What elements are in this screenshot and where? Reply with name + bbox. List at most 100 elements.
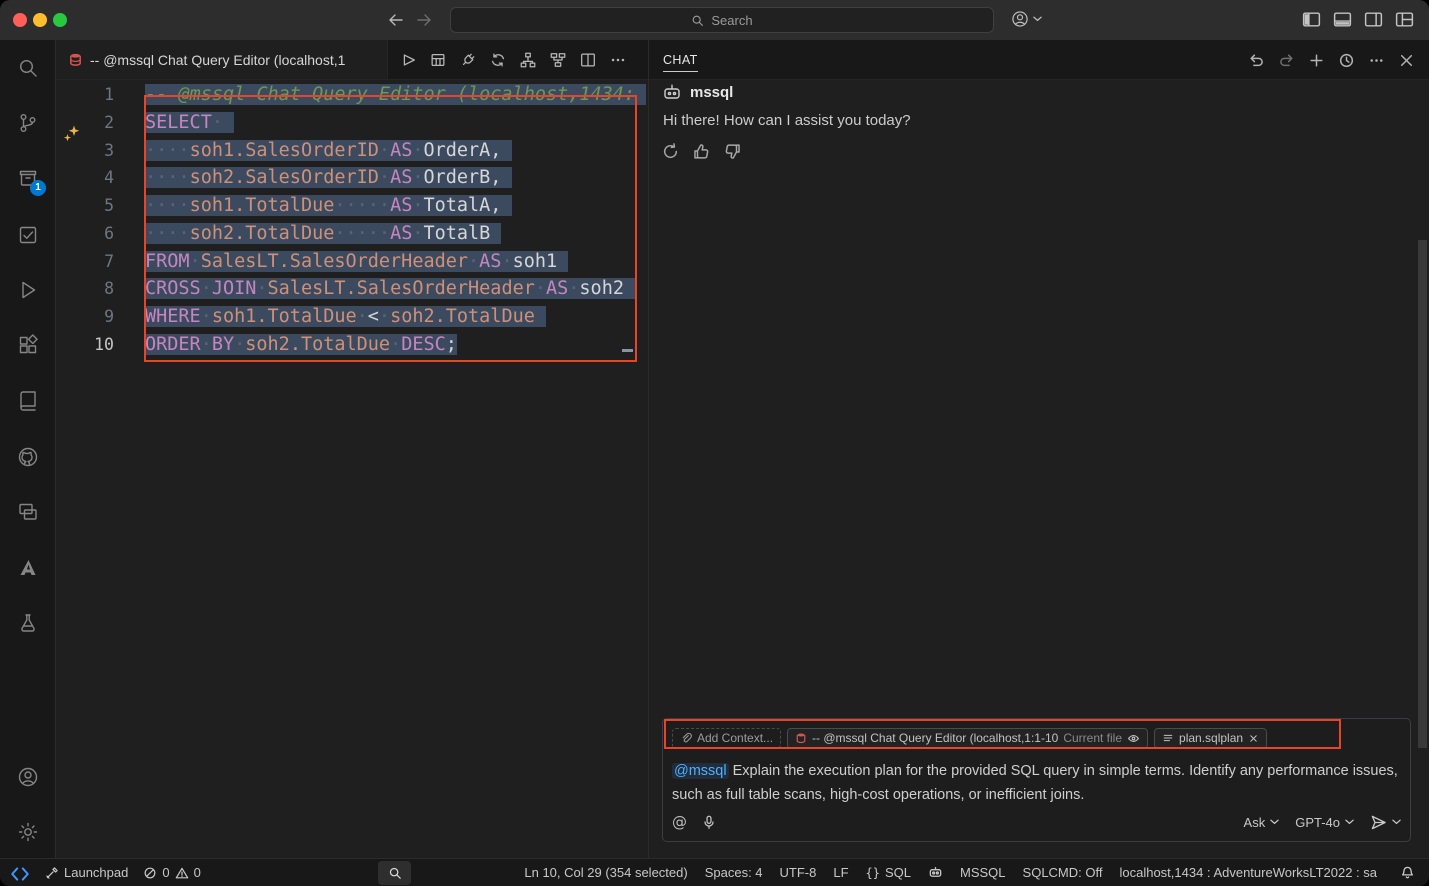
change-connection-button[interactable] — [487, 49, 508, 70]
send-options-chevron-icon[interactable] — [1392, 819, 1401, 825]
code-line[interactable]: 4····soh2.SalesOrderID·AS·OrderB, — [56, 164, 648, 192]
paperclip-icon — [680, 732, 692, 744]
query-plan-button[interactable] — [547, 49, 568, 70]
activity-database-projects[interactable] — [16, 611, 40, 635]
mode-dropdown[interactable]: Ask — [1244, 815, 1280, 830]
status-mssql[interactable]: MSSQL — [960, 865, 1006, 880]
activity-package[interactable]: 1 — [16, 166, 40, 190]
history-icon[interactable] — [1338, 52, 1355, 69]
line-number[interactable]: 9 — [56, 303, 114, 331]
close-icon[interactable] — [1398, 52, 1415, 69]
cursor-underscore — [622, 349, 633, 352]
status-eol[interactable]: LF — [833, 865, 848, 880]
line-number[interactable]: 7 — [56, 248, 114, 276]
run-query-button[interactable] — [397, 49, 418, 70]
regenerate-icon[interactable] — [661, 142, 680, 161]
new-chat-icon[interactable] — [1308, 52, 1325, 69]
activity-github[interactable] — [16, 445, 40, 469]
toggle-secondary-sidebar-button[interactable] — [1363, 9, 1384, 30]
activity-remote-explorer[interactable] — [16, 500, 40, 524]
code-line[interactable]: 6····soh2.TotalDue·····AS·TotalB — [56, 220, 648, 248]
activity-checklist[interactable] — [16, 223, 40, 247]
mention-chip[interactable]: @mssql — [672, 763, 729, 779]
results-grid-button[interactable] — [427, 49, 448, 70]
line-number[interactable]: 10 — [56, 331, 114, 359]
customize-layout-button[interactable] — [1394, 9, 1415, 30]
activity-extensions[interactable] — [16, 333, 40, 357]
status-sqlcmd[interactable]: SQLCMD: Off — [1023, 865, 1103, 880]
schema-designer-button[interactable] — [517, 49, 538, 70]
status-badge: 1 — [30, 180, 46, 196]
forward-button[interactable] — [414, 10, 434, 30]
code-line[interactable]: 2SELECT· — [56, 109, 648, 137]
activity-run-debug[interactable] — [16, 278, 40, 302]
bell-icon[interactable] — [1400, 865, 1415, 880]
close-icon[interactable] — [1248, 733, 1259, 744]
undo-icon[interactable] — [1248, 52, 1265, 69]
code-line[interactable]: 1 -- @mssql Chat Query Editor (localhost,… — [56, 81, 648, 109]
code-editor[interactable]: 1 -- @mssql Chat Query Editor (localhost,… — [56, 80, 648, 858]
activity-search[interactable] — [16, 56, 40, 80]
account-icon — [1010, 9, 1030, 29]
line-number[interactable]: 5 — [56, 192, 114, 220]
activity-source-control[interactable] — [16, 111, 40, 135]
send-icon[interactable] — [1370, 814, 1387, 831]
code-line[interactable]: 5····soh1.TotalDue·····AS·TotalA, — [56, 192, 648, 220]
activity-documentation[interactable] — [16, 388, 40, 412]
command-center-search[interactable]: Search — [450, 7, 994, 33]
connection-plug-button[interactable] — [457, 49, 478, 70]
status-encoding[interactable]: UTF-8 — [780, 865, 817, 880]
settings-gear-button[interactable] — [16, 820, 40, 844]
model-dropdown[interactable]: GPT-4o — [1295, 815, 1354, 830]
code-line[interactable]: 7 FROM·SalesLT.SalesOrderHeader·AS·soh1 — [56, 248, 648, 276]
editor-tab[interactable]: -- @mssql Chat Query Editor (localhost,1 — [56, 40, 388, 79]
activity-bar: 1 — [0, 40, 56, 858]
line-number[interactable]: 8 — [56, 275, 114, 303]
split-editor-button[interactable] — [577, 49, 598, 70]
toggle-primary-sidebar-button[interactable] — [1301, 9, 1322, 30]
context-chip-file[interactable]: -- @mssql Chat Query Editor (localhost,1… — [787, 728, 1148, 749]
maximize-window-button[interactable] — [53, 13, 67, 27]
chat-tab[interactable]: CHAT — [663, 40, 698, 80]
code-line[interactable]: 3····soh1.SalesOrderID·AS·OrderA, — [56, 137, 648, 165]
code-text: WHERE·soh1.TotalDue·<·soh2.TotalDue — [145, 303, 546, 331]
line-number[interactable]: 1 — [56, 81, 114, 109]
code-text: FROM·SalesLT.SalesOrderHeader·AS·soh1 — [145, 248, 568, 276]
more-actions-icon[interactable] — [1368, 52, 1385, 69]
toggle-panel-button[interactable] — [1332, 9, 1353, 30]
activity-azure[interactable] — [16, 556, 40, 580]
status-problems[interactable]: 0 0 — [143, 865, 200, 880]
thumbs-down-icon[interactable] — [723, 142, 742, 161]
status-launchpad[interactable]: Launchpad — [45, 865, 128, 880]
context-chip-plan[interactable]: plan.sqlplan — [1154, 728, 1267, 749]
code-line[interactable]: 10ORDER·BY·soh2.TotalDue·DESC; — [56, 331, 648, 359]
redo-icon[interactable] — [1278, 52, 1295, 69]
zoom-button[interactable] — [378, 861, 411, 885]
status-indentation[interactable]: Spaces: 4 — [705, 865, 763, 880]
mention-icon[interactable]: @ — [672, 813, 687, 831]
copilot-sparkle-icon[interactable] — [62, 124, 82, 144]
chat-scrollbar[interactable] — [1418, 240, 1427, 748]
line-number[interactable]: 4 — [56, 164, 114, 192]
accounts-button[interactable] — [16, 765, 40, 789]
status-language[interactable]: {} SQL — [866, 865, 911, 880]
back-button[interactable] — [386, 10, 406, 30]
error-icon — [143, 866, 157, 880]
eye-icon[interactable] — [1127, 732, 1140, 745]
status-cursor-position[interactable]: Ln 10, Col 29 (354 selected) — [524, 865, 687, 880]
code-line[interactable]: 9 WHERE·soh1.TotalDue·<·soh2.TotalDue — [56, 303, 648, 331]
account-button[interactable] — [1010, 9, 1042, 29]
copilot-icon[interactable] — [928, 865, 943, 880]
add-context-button[interactable]: Add Context... — [672, 728, 781, 749]
minimize-window-button[interactable] — [33, 13, 47, 27]
close-window-button[interactable] — [13, 13, 27, 27]
mic-icon[interactable] — [701, 814, 717, 830]
more-actions-button[interactable] — [607, 49, 628, 70]
code-text: -- @mssql Chat Query Editor (localhost,1… — [145, 81, 646, 109]
code-line[interactable]: 8CROSS·JOIN·SalesLT.SalesOrderHeader·AS·… — [56, 275, 648, 303]
remote-indicator-icon[interactable] — [10, 864, 30, 882]
line-number[interactable]: 6 — [56, 220, 114, 248]
thumbs-up-icon[interactable] — [692, 142, 711, 161]
status-connection[interactable]: localhost,1434 : AdventureWorksLT2022 : … — [1119, 865, 1377, 880]
chat-input-text[interactable]: @mssql Explain the execution plan for th… — [672, 760, 1401, 807]
